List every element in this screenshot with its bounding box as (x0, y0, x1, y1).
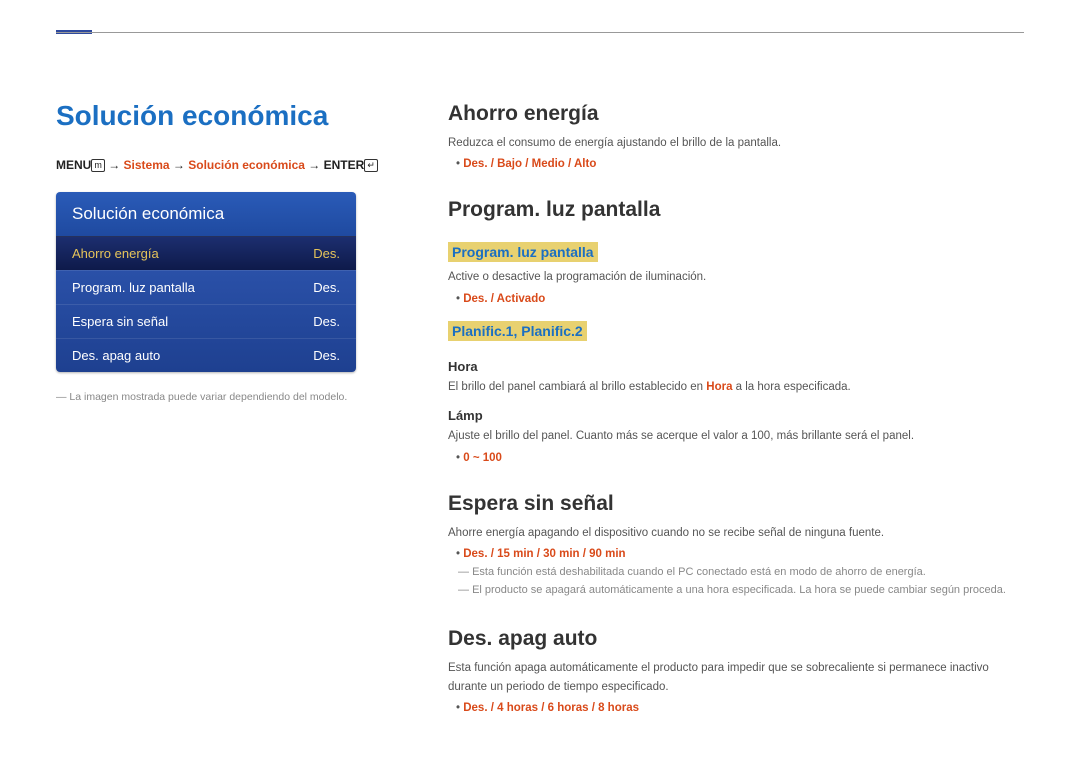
sub-desc: Active o desactive la programación de il… (448, 268, 1024, 286)
section-options: Des. / Bajo / Medio / Alto (466, 158, 1024, 170)
breadcrumb-step-sistema: Sistema (124, 158, 170, 172)
menu-icon: m (91, 159, 105, 172)
hora-desc: El brillo del panel cambiará al brillo e… (448, 378, 1024, 396)
osd-value: Des. (313, 246, 340, 261)
right-column: Ahorro energía Reduzca el consumo de ene… (448, 100, 1024, 718)
osd-panel: Solución económica Ahorro energía Des. P… (56, 192, 356, 372)
breadcrumb-sep: → (108, 158, 123, 172)
espera-desc: Ahorre energía apagando el dispositivo c… (448, 524, 1024, 542)
enter-icon: ↵ (364, 159, 378, 172)
osd-value: Des. (313, 314, 340, 329)
section-title-ahorro: Ahorro energía (448, 102, 1024, 126)
sub-sub-lamp: Lámp (448, 408, 1024, 423)
sub-heading-program: Program. luz pantalla (448, 242, 598, 262)
osd-row-espera[interactable]: Espera sin señal Des. (56, 304, 356, 338)
breadcrumb-sep: → (173, 158, 188, 172)
top-divider (56, 32, 1024, 33)
breadcrumb-step-solucion: Solución económica (188, 158, 305, 172)
apag-desc: Esta función apaga automáticamente el pr… (448, 659, 1024, 696)
sub-sub-hora: Hora (448, 359, 1024, 374)
osd-label: Program. luz pantalla (72, 280, 195, 295)
osd-label: Des. apag auto (72, 348, 160, 363)
section-title-program: Program. luz pantalla (448, 198, 1024, 222)
osd-value: Des. (313, 280, 340, 295)
breadcrumb-sep: → (308, 158, 323, 172)
hora-desc-pre: El brillo del panel cambiará al brillo e… (448, 381, 706, 393)
osd-row-apag[interactable]: Des. apag auto Des. (56, 338, 356, 372)
image-disclaimer: La imagen mostrada puede variar dependie… (56, 390, 392, 406)
breadcrumb-key-enter: ENTER (324, 158, 365, 172)
lamp-options: 0 ~ 100 (466, 452, 1024, 464)
espera-options: Des. / 15 min / 30 min / 90 min (466, 548, 1024, 560)
sub-options: Des. / Activado (466, 293, 1024, 305)
osd-row-ahorro[interactable]: Ahorro energía Des. (56, 236, 356, 270)
osd-row-program[interactable]: Program. luz pantalla Des. (56, 270, 356, 304)
espera-note2: El producto se apagará automáticamente a… (458, 582, 1024, 600)
lamp-desc: Ajuste el brillo del panel. Cuanto más s… (448, 427, 1024, 445)
espera-note1: Esta función está deshabilitada cuando e… (458, 564, 1024, 582)
hora-desc-em: Hora (706, 381, 732, 393)
left-column: Solución económica MENUm → Sistema → Sol… (56, 100, 392, 718)
page-title: Solución económica (56, 100, 392, 132)
osd-header: Solución económica (56, 192, 356, 236)
osd-label: Ahorro energía (72, 246, 159, 261)
sub-heading-planific: Planific.1, Planific.2 (448, 321, 587, 341)
breadcrumb-key-menu: MENU (56, 158, 91, 172)
section-desc: Reduzca el consumo de energía ajustando … (448, 134, 1024, 152)
apag-options: Des. / 4 horas / 6 horas / 8 horas (466, 702, 1024, 714)
osd-value: Des. (313, 348, 340, 363)
osd-label: Espera sin señal (72, 314, 168, 329)
section-title-espera: Espera sin señal (448, 492, 1024, 516)
hora-desc-post: a la hora especificada. (732, 381, 850, 393)
breadcrumb: MENUm → Sistema → Solución económica → E… (56, 158, 392, 172)
section-title-apag: Des. apag auto (448, 627, 1024, 651)
